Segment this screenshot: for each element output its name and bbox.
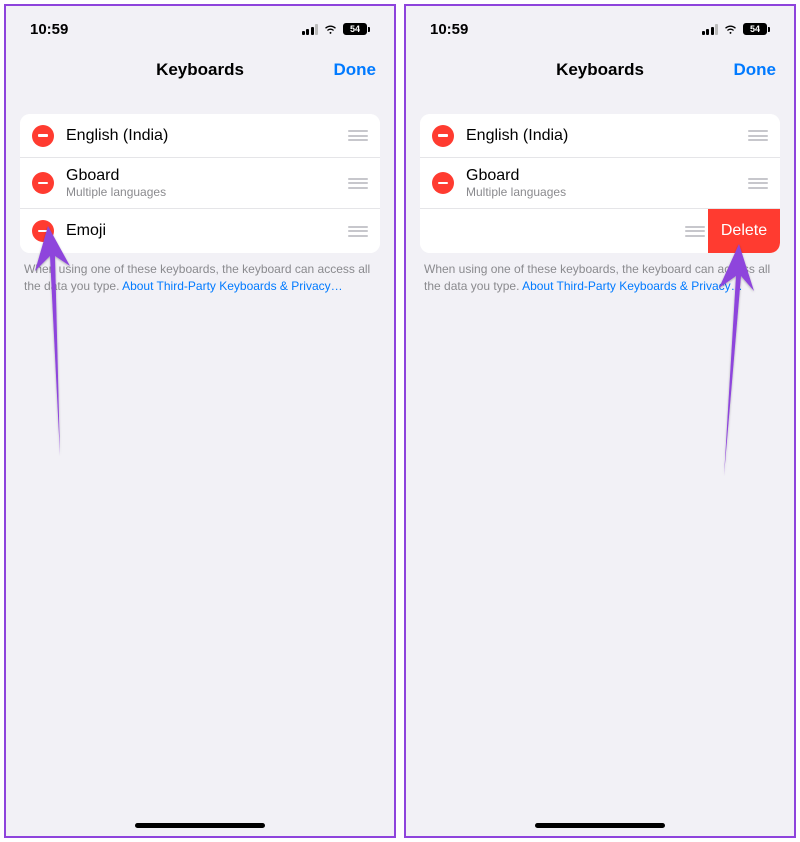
remove-icon[interactable] <box>432 125 454 147</box>
keyboard-name: Emoji <box>66 222 340 240</box>
nav-header: Keyboards Done <box>6 48 394 96</box>
keyboard-subtitle: Multiple languages <box>466 185 740 199</box>
keyboard-name: English (India) <box>466 127 740 145</box>
status-time: 10:59 <box>430 21 468 38</box>
delete-button[interactable]: Delete <box>708 209 780 253</box>
footer-text: When using one of these keyboards, the k… <box>424 261 776 295</box>
status-bar: 10:59 54 <box>6 6 394 48</box>
status-indicators: 54 <box>702 23 771 35</box>
keyboard-name: ji <box>420 222 677 240</box>
list-item[interactable]: Emoji <box>20 209 380 253</box>
keyboard-name: Gboard <box>66 167 340 185</box>
status-indicators: 54 <box>302 23 371 35</box>
footer-text: When using one of these keyboards, the k… <box>24 261 376 295</box>
phone-screen-right: 10:59 54 Keyboards Done English (India) … <box>404 4 796 838</box>
list-item[interactable]: English (India) <box>20 114 380 158</box>
signal-icon <box>302 24 319 35</box>
home-indicator[interactable] <box>535 823 665 828</box>
status-bar: 10:59 54 <box>406 6 794 48</box>
wifi-icon <box>723 23 738 35</box>
drag-handle-icon[interactable] <box>340 226 368 237</box>
remove-icon[interactable] <box>432 172 454 194</box>
status-time: 10:59 <box>30 21 68 38</box>
remove-icon[interactable] <box>32 172 54 194</box>
privacy-link[interactable]: About Third-Party Keyboards & Privacy… <box>522 279 743 293</box>
list-item[interactable]: English (India) <box>420 114 780 158</box>
page-title: Keyboards <box>556 60 644 80</box>
keyboard-subtitle: Multiple languages <box>66 185 340 199</box>
privacy-link[interactable]: About Third-Party Keyboards & Privacy… <box>122 279 343 293</box>
page-title: Keyboards <box>156 60 244 80</box>
battery-icon: 54 <box>343 23 370 35</box>
home-indicator[interactable] <box>135 823 265 828</box>
remove-icon[interactable] <box>32 220 54 242</box>
battery-icon: 54 <box>743 23 770 35</box>
remove-icon[interactable] <box>32 125 54 147</box>
wifi-icon <box>323 23 338 35</box>
drag-handle-icon[interactable] <box>340 130 368 141</box>
list-item[interactable]: Gboard Multiple languages <box>20 158 380 209</box>
drag-handle-icon[interactable] <box>740 178 768 189</box>
keyboard-name: English (India) <box>66 127 340 145</box>
keyboard-name: Gboard <box>466 167 740 185</box>
list-item-swiped[interactable]: ji Delete <box>420 209 780 253</box>
nav-header: Keyboards Done <box>406 48 794 96</box>
drag-handle-icon[interactable] <box>677 226 705 237</box>
signal-icon <box>702 24 719 35</box>
phone-screen-left: 10:59 54 Keyboards Done English (India) … <box>4 4 396 838</box>
list-item[interactable]: Gboard Multiple languages <box>420 158 780 209</box>
drag-handle-icon[interactable] <box>340 178 368 189</box>
done-button[interactable]: Done <box>734 60 777 80</box>
drag-handle-icon[interactable] <box>740 130 768 141</box>
done-button[interactable]: Done <box>334 60 377 80</box>
keyboard-list: English (India) Gboard Multiple language… <box>20 114 380 253</box>
keyboard-list: English (India) Gboard Multiple language… <box>420 114 780 253</box>
